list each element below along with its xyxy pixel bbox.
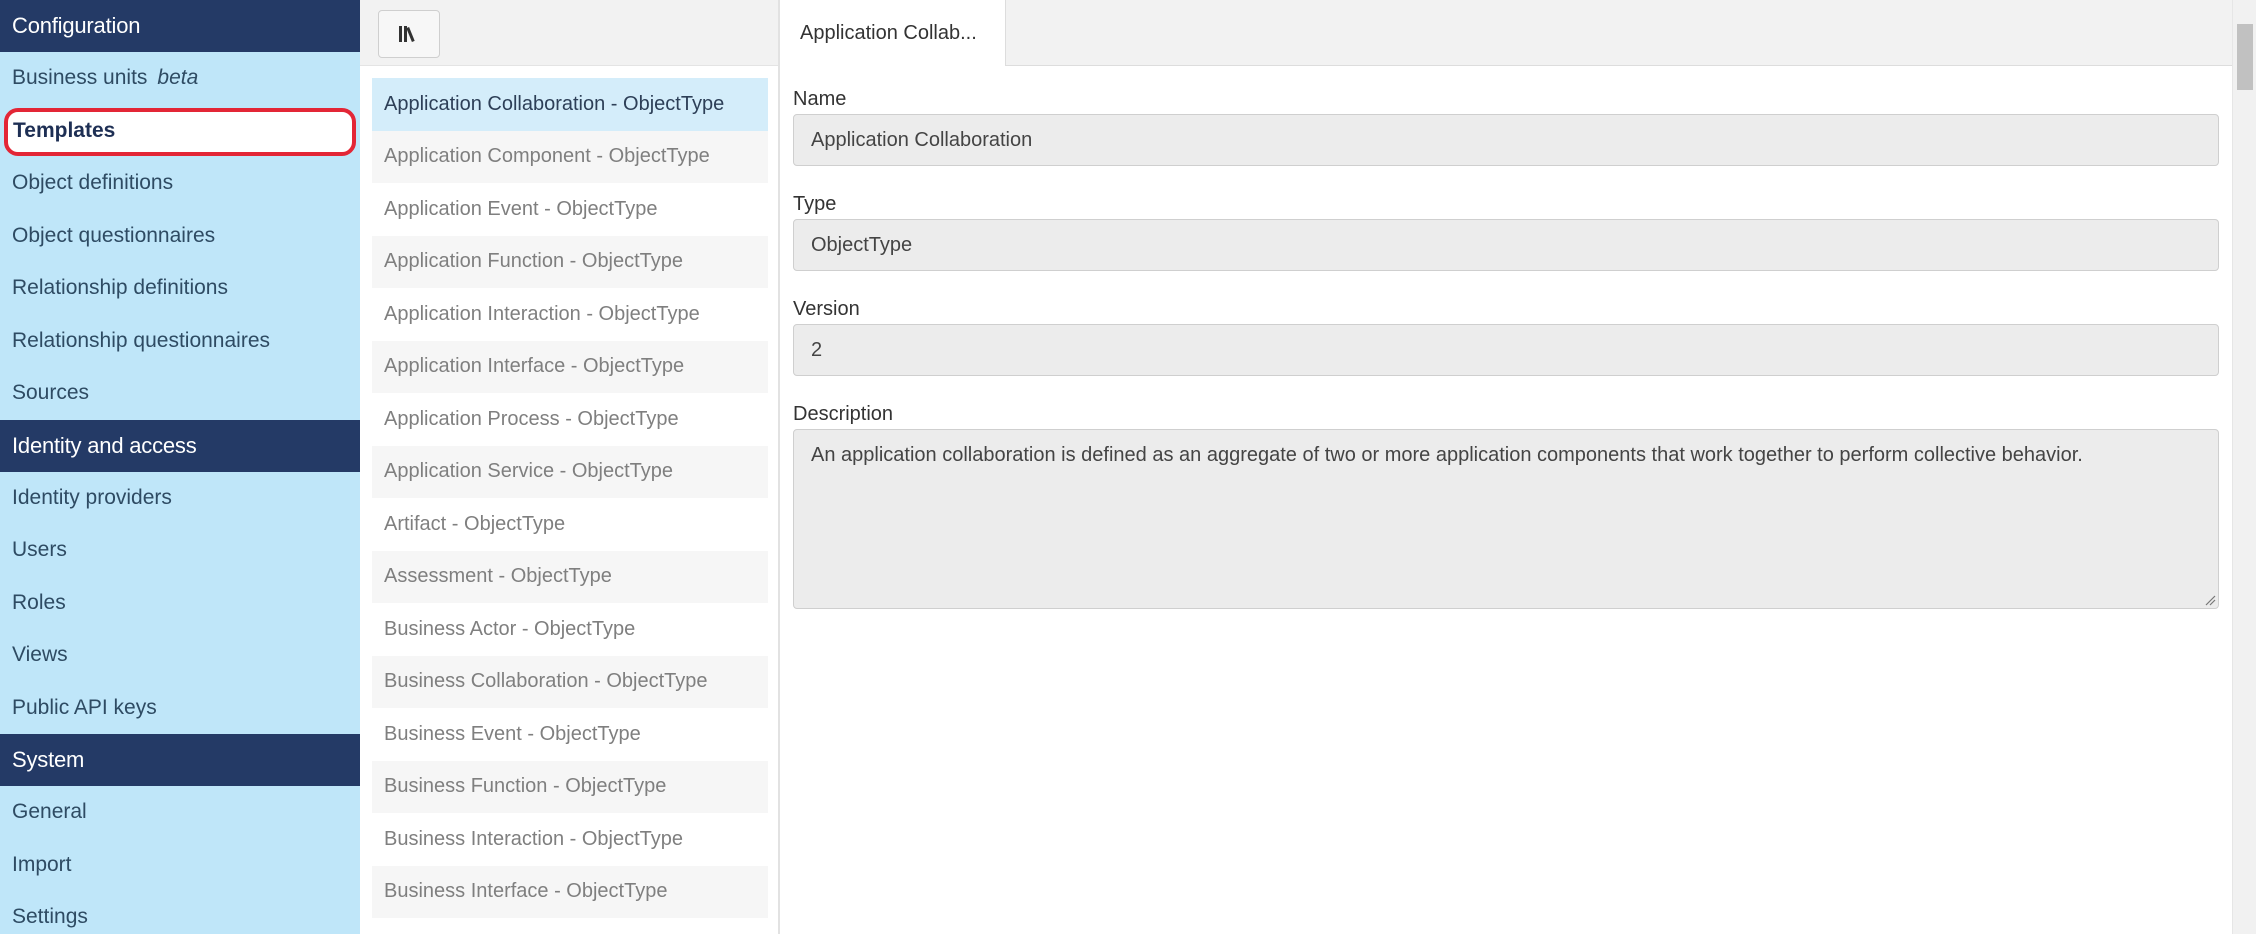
nav-item-business-units[interactable]: Business units beta: [0, 52, 360, 105]
type-field[interactable]: ObjectType: [793, 219, 2219, 271]
nav-item-object-questionnaires[interactable]: Object questionnaires: [0, 210, 360, 263]
nav-item-public-api-keys[interactable]: Public API keys: [0, 682, 360, 735]
template-list-item[interactable]: Business Event - ObjectType: [372, 708, 768, 761]
nav-item-sources[interactable]: Sources: [0, 367, 360, 420]
nav-section-identity-and-access: Identity and access: [0, 419, 360, 472]
nav-item-views[interactable]: Views: [0, 629, 360, 682]
nav-item-relationship-definitions[interactable]: Relationship definitions: [0, 262, 360, 315]
template-list-item[interactable]: Assessment - ObjectType: [372, 550, 768, 603]
template-list-item[interactable]: Application Collaboration - ObjectType: [372, 78, 768, 131]
version-label: Version: [793, 298, 860, 320]
nav-item-import[interactable]: Import: [0, 839, 360, 892]
resize-grip-icon[interactable]: [2204, 594, 2216, 606]
nav-item-users[interactable]: Users: [0, 524, 360, 577]
description-field[interactable]: An application collaboration is defined …: [793, 429, 2219, 609]
nav-section-system: System: [0, 734, 360, 786]
beta-badge: beta: [157, 66, 199, 90]
nav-item-label: Business units: [12, 66, 148, 90]
tab-bar: Application Collab...: [782, 0, 2232, 66]
template-list: Application Collaboration - ObjectType A…: [372, 78, 768, 918]
template-list-item[interactable]: Business Collaboration - ObjectType: [372, 655, 768, 708]
template-list-item[interactable]: Application Interface - ObjectType: [372, 340, 768, 393]
nav-item-object-definitions[interactable]: Object definitions: [0, 157, 360, 210]
library-button[interactable]: [378, 10, 440, 58]
template-list-item[interactable]: Business Actor - ObjectType: [372, 603, 768, 656]
list-toolbar: [360, 0, 778, 66]
library-icon: [399, 26, 415, 43]
type-label: Type: [793, 193, 837, 215]
name-label: Name: [793, 88, 847, 110]
description-label: Description: [793, 403, 894, 425]
template-list-item[interactable]: Application Process - ObjectType: [372, 393, 768, 446]
template-list-item[interactable]: Application Function - ObjectType: [372, 235, 768, 288]
nav-item-label: Templates: [13, 118, 116, 142]
template-detail-pane: Application Collab... Name Application C…: [782, 0, 2232, 934]
scrollbar-thumb[interactable]: [2237, 24, 2253, 90]
description-text: An application collaboration is defined …: [811, 444, 2083, 466]
nav-item-settings[interactable]: Settings: [0, 891, 360, 934]
name-field[interactable]: Application Collaboration: [793, 114, 2219, 166]
template-list-pane: Application Collaboration - ObjectType A…: [360, 0, 780, 934]
tab-application-collaboration[interactable]: Application Collab...: [782, 0, 1006, 66]
nav-item-roles[interactable]: Roles: [0, 577, 360, 630]
template-list-item[interactable]: Application Service - ObjectType: [372, 445, 768, 498]
nav-section-configuration: Configuration: [0, 0, 360, 52]
nav-item-templates[interactable]: Templates: [0, 105, 360, 158]
template-list-item[interactable]: Artifact - ObjectType: [372, 498, 768, 551]
template-form: Name Application Collaboration Type Obje…: [793, 84, 2219, 609]
nav-item-general[interactable]: General: [0, 786, 360, 839]
sidebar-nav: Configuration Business units beta Templa…: [0, 0, 360, 934]
template-list-item[interactable]: Business Interface - ObjectType: [372, 865, 768, 918]
template-list-item[interactable]: Business Function - ObjectType: [372, 760, 768, 813]
nav-item-relationship-questionnaires[interactable]: Relationship questionnaires: [0, 315, 360, 368]
version-field[interactable]: 2: [793, 324, 2219, 376]
template-list-item[interactable]: Business Interaction - ObjectType: [372, 813, 768, 866]
nav-item-identity-providers[interactable]: Identity providers: [0, 472, 360, 525]
template-list-item[interactable]: Application Component - ObjectType: [372, 130, 768, 183]
template-list-item[interactable]: Application Interaction - ObjectType: [372, 288, 768, 341]
vertical-scrollbar[interactable]: [2232, 0, 2256, 934]
template-list-item[interactable]: Application Event - ObjectType: [372, 183, 768, 236]
